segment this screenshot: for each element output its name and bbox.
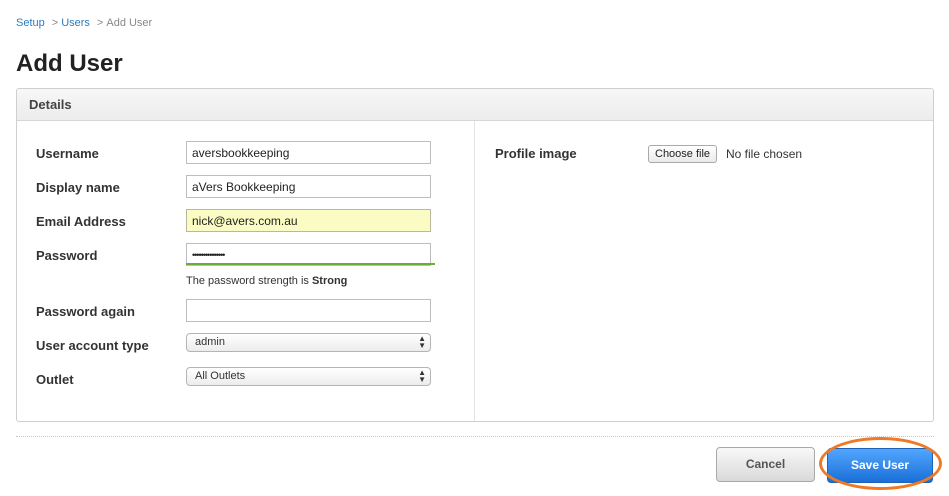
password-strength-bar <box>186 263 435 265</box>
outlet-select[interactable]: All Outlets ▲ ▼ <box>186 367 431 386</box>
username-input[interactable] <box>186 141 431 164</box>
cancel-button[interactable]: Cancel <box>716 447 815 482</box>
details-panel: Details <box>16 88 934 422</box>
breadcrumb-link-setup[interactable]: Setup <box>16 17 45 29</box>
email-label: Email Address <box>36 214 126 229</box>
breadcrumb-current: Add User <box>106 17 153 29</box>
account-type-label: User account type <box>36 338 149 353</box>
password-strength-value: Strong <box>311 275 348 287</box>
password-again-input[interactable] <box>186 299 431 322</box>
email-input[interactable] <box>186 209 431 232</box>
display-name-input[interactable] <box>186 175 431 198</box>
breadcrumb-separator: > <box>96 17 104 29</box>
username-label: Username <box>36 146 99 161</box>
panel-header: Details <box>17 89 933 121</box>
display-name-label: Display name <box>36 180 120 195</box>
outlet-value: All Outlets <box>195 370 246 382</box>
profile-image-label: Profile image <box>495 146 577 161</box>
choose-file-button[interactable]: Choose file <box>648 145 718 163</box>
outlet-label: Outlet <box>36 372 74 387</box>
breadcrumb-link-users[interactable]: Users <box>61 17 90 29</box>
save-user-button[interactable]: Save User <box>827 448 933 483</box>
password-strength-text: The password strength is Strong <box>186 275 348 287</box>
file-status-text: No file chosen <box>726 147 803 161</box>
password-again-label: Password again <box>36 304 135 319</box>
footer-divider <box>16 436 934 437</box>
select-arrows-icon: ▲ ▼ <box>418 368 426 384</box>
panel-divider <box>474 121 475 421</box>
account-type-select[interactable]: admin ▲ ▼ <box>186 333 431 352</box>
page-title: Add User <box>16 50 123 77</box>
account-type-value: admin <box>195 336 225 348</box>
breadcrumb-separator: > <box>51 17 59 29</box>
select-arrows-icon: ▲ ▼ <box>418 334 426 350</box>
password-label: Password <box>36 248 98 263</box>
breadcrumb: Setup > Users > Add User <box>16 17 152 29</box>
